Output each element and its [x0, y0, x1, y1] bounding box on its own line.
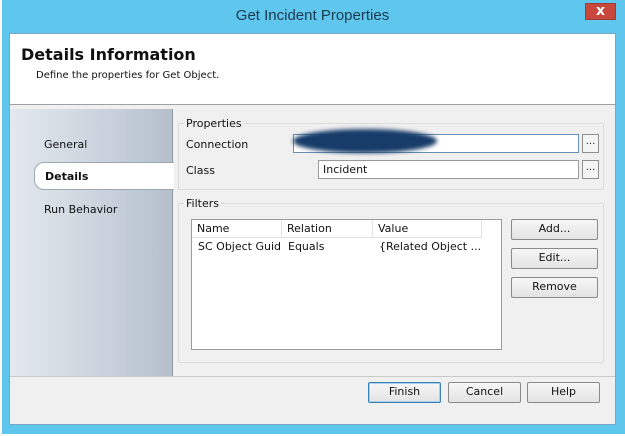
properties-group-label: Properties — [184, 117, 244, 130]
edit-filter-button[interactable]: Edit... — [511, 248, 598, 269]
nav-sidebar: General Details Run Behavior — [10, 109, 174, 376]
close-button[interactable]: x — [585, 3, 616, 20]
help-button[interactable]: Help — [527, 382, 600, 403]
connection-redaction — [293, 129, 437, 153]
close-icon: x — [595, 3, 606, 19]
column-name[interactable]: Name — [192, 220, 282, 237]
class-browse-button[interactable]: ... — [582, 160, 599, 179]
footer-divider — [10, 376, 615, 377]
column-value[interactable]: Value — [373, 220, 482, 237]
connection-browse-button[interactable]: ... — [582, 134, 599, 153]
nav-item-general[interactable]: General — [44, 138, 87, 151]
details-header: Details Information Define the propertie… — [10, 34, 615, 105]
filters-list-header: Name Relation Value — [192, 220, 482, 238]
row-value-cell: {Related Object ... — [379, 240, 482, 253]
finish-button[interactable]: Finish — [368, 382, 441, 403]
dialog-window: Get Incident Properties x Details Inform… — [0, 0, 625, 434]
add-filter-button[interactable]: Add... — [511, 219, 598, 240]
class-label: Class — [186, 164, 215, 177]
page-subtitle: Define the properties for Get Object. — [36, 70, 220, 81]
connection-label: Connection — [186, 138, 249, 151]
nav-item-details[interactable]: Details — [34, 162, 174, 190]
dialog-client: Details Information Define the propertie… — [9, 33, 616, 425]
row-name-cell: SC Object Guid — [198, 240, 282, 253]
column-relation[interactable]: Relation — [282, 220, 373, 237]
filters-list[interactable]: Name Relation Value SC Object Guid Equal… — [191, 219, 502, 350]
cancel-button[interactable]: Cancel — [448, 382, 521, 403]
window-title: Get Incident Properties — [235, 7, 390, 24]
class-field[interactable]: Incident — [318, 160, 579, 179]
remove-filter-button[interactable]: Remove — [511, 277, 598, 298]
page-title: Details Information — [21, 45, 196, 64]
row-relation-cell: Equals — [288, 240, 325, 253]
window-left-edge — [0, 0, 2, 436]
filters-group-label: Filters — [184, 197, 221, 210]
nav-item-run-behavior[interactable]: Run Behavior — [44, 203, 117, 216]
